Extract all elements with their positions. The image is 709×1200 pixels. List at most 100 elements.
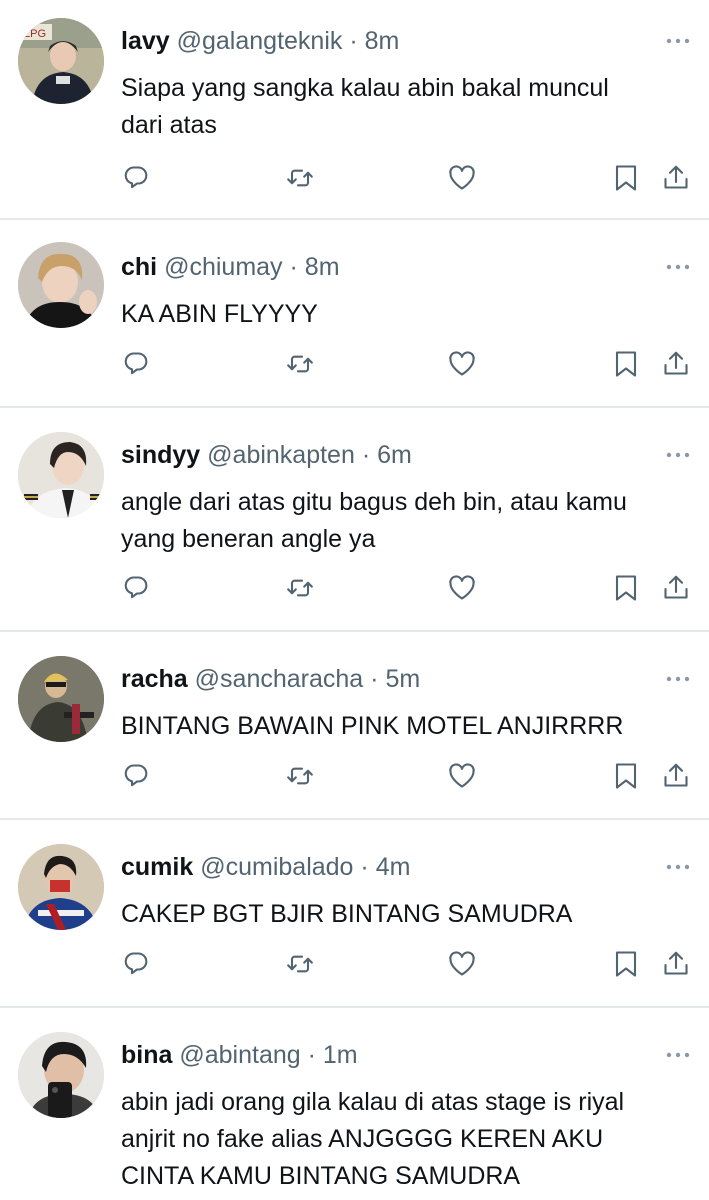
share-upload-icon xyxy=(664,763,688,787)
share-button[interactable] xyxy=(660,572,692,604)
retweet-arrows-icon xyxy=(287,767,313,785)
avatar[interactable] xyxy=(18,1032,104,1118)
share-upload-icon xyxy=(664,951,688,975)
tweet-header: racha @sancharacha · 5m xyxy=(121,662,420,696)
more-options-button[interactable] xyxy=(665,674,691,684)
tweet-text-line: angle dari atas gitu bagus deh bin, atau… xyxy=(121,488,627,516)
share-button[interactable] xyxy=(660,760,692,792)
share-button[interactable] xyxy=(660,348,692,380)
like-button[interactable] xyxy=(446,572,478,604)
tweet-text: KA ABIN FLYYYY xyxy=(121,296,691,333)
avatar[interactable] xyxy=(18,242,104,328)
avatar[interactable] xyxy=(18,844,104,930)
more-options-button[interactable] xyxy=(665,36,691,46)
bookmark-button[interactable] xyxy=(610,348,642,380)
avatar[interactable]: LPG xyxy=(18,18,104,104)
handle[interactable]: @abinkapten xyxy=(207,441,355,469)
tweet[interactable]: bina @abintang · 1m abin jadi orang gila… xyxy=(0,1008,709,1200)
timestamp[interactable]: 8m xyxy=(365,27,400,55)
retweet-button[interactable] xyxy=(284,948,316,980)
share-upload-icon xyxy=(664,165,688,189)
display-name[interactable]: cumik xyxy=(121,853,193,881)
tweet-text: Siapa yang sangka kalau abin bakal muncu… xyxy=(121,70,691,144)
reply-button[interactable] xyxy=(120,760,152,792)
handle[interactable]: @sancharacha xyxy=(195,665,364,693)
tweet[interactable]: sindyy @abinkapten · 6m angle dari atas … xyxy=(0,408,709,630)
display-name[interactable]: bina xyxy=(121,1041,172,1069)
tweet-text-line: anjrit no fake alias ANJGGGG KEREN AKU xyxy=(121,1125,604,1153)
separator-dot: · xyxy=(289,253,298,281)
reply-button[interactable] xyxy=(120,348,152,380)
reply-button[interactable] xyxy=(120,948,152,980)
more-dots-icon xyxy=(666,864,690,870)
share-upload-icon xyxy=(664,351,688,375)
retweet-button[interactable] xyxy=(284,348,316,380)
bookmark-icon xyxy=(615,575,637,601)
display-name[interactable]: sindyy xyxy=(121,441,200,469)
timestamp[interactable]: 1m xyxy=(323,1041,358,1069)
tweet-header: cumik @cumibalado · 4m xyxy=(121,850,410,884)
timestamp[interactable]: 5m xyxy=(385,665,420,693)
bookmark-button[interactable] xyxy=(610,760,642,792)
avatar-image: LPG xyxy=(18,18,104,104)
retweet-arrows-icon xyxy=(287,355,313,373)
tweet-text-line: dari atas xyxy=(121,111,217,139)
reply-button[interactable] xyxy=(120,572,152,604)
avatar[interactable] xyxy=(18,432,104,518)
share-button[interactable] xyxy=(660,948,692,980)
tweet[interactable]: chi @chiumay · 8m KA ABIN FLYYYY xyxy=(0,220,709,406)
more-dots-icon xyxy=(666,676,690,682)
tweet-text: CAKEP BGT BJIR BINTANG SAMUDRA xyxy=(121,896,691,933)
bookmark-button[interactable] xyxy=(610,162,642,194)
reply-button[interactable] xyxy=(120,162,152,194)
speech-bubble-icon xyxy=(124,764,148,787)
separator-dot: · xyxy=(361,441,371,469)
tweet-text-line: BINTANG BAWAIN PINK MOTEL ANJIRRRR xyxy=(121,712,624,740)
handle[interactable]: @galangteknik xyxy=(177,27,343,55)
speech-bubble-icon xyxy=(124,576,148,599)
share-button[interactable] xyxy=(660,162,692,194)
tweet-text-line: Siapa yang sangka kalau abin bakal muncu… xyxy=(121,74,609,102)
retweet-button[interactable] xyxy=(284,760,316,792)
avatar[interactable] xyxy=(18,656,104,742)
avatar-sign-text: LPG xyxy=(24,28,46,40)
retweet-arrows-icon xyxy=(287,169,313,187)
retweet-button[interactable] xyxy=(284,572,316,604)
heart-icon xyxy=(449,575,475,600)
more-options-button[interactable] xyxy=(665,862,691,872)
handle[interactable]: @abintang xyxy=(179,1041,300,1069)
timestamp[interactable]: 6m xyxy=(377,441,412,469)
more-options-button[interactable] xyxy=(665,262,691,272)
like-button[interactable] xyxy=(446,348,478,380)
display-name[interactable]: chi xyxy=(121,253,157,281)
bookmark-button[interactable] xyxy=(610,948,642,980)
handle[interactable]: @chiumay xyxy=(164,253,282,281)
bookmark-icon xyxy=(615,951,637,977)
retweet-arrows-icon xyxy=(287,579,313,597)
avatar-image xyxy=(18,1032,104,1118)
tweet-text-line: KA ABIN FLYYYY xyxy=(121,300,318,328)
timestamp[interactable]: 8m xyxy=(305,253,340,281)
more-dots-icon xyxy=(666,38,690,44)
tweet-header: lavy @galangteknik · 8m xyxy=(121,24,399,58)
timestamp[interactable]: 4m xyxy=(376,853,411,881)
display-name[interactable]: racha xyxy=(121,665,188,693)
speech-bubble-icon xyxy=(124,352,148,375)
tweet[interactable]: racha @sancharacha · 5m BINTANG BAWAIN P… xyxy=(0,632,709,818)
heart-icon xyxy=(449,165,475,190)
more-options-button[interactable] xyxy=(665,1050,691,1060)
like-button[interactable] xyxy=(446,162,478,194)
tweet[interactable]: cumik @cumibalado · 4m CAKEP BGT BJIR BI… xyxy=(0,820,709,1006)
display-name[interactable]: lavy xyxy=(121,27,170,55)
tweet[interactable]: LPG lavy @galangteknik · 8m Siapa yang s… xyxy=(0,0,709,218)
more-options-button[interactable] xyxy=(665,450,691,460)
retweet-button[interactable] xyxy=(284,162,316,194)
speech-bubble-icon xyxy=(124,166,148,189)
handle[interactable]: @cumibalado xyxy=(200,853,353,881)
bookmark-icon xyxy=(615,165,637,191)
avatar-image xyxy=(18,242,104,328)
like-button[interactable] xyxy=(446,760,478,792)
like-button[interactable] xyxy=(446,948,478,980)
avatar-image xyxy=(18,844,104,930)
bookmark-button[interactable] xyxy=(610,572,642,604)
